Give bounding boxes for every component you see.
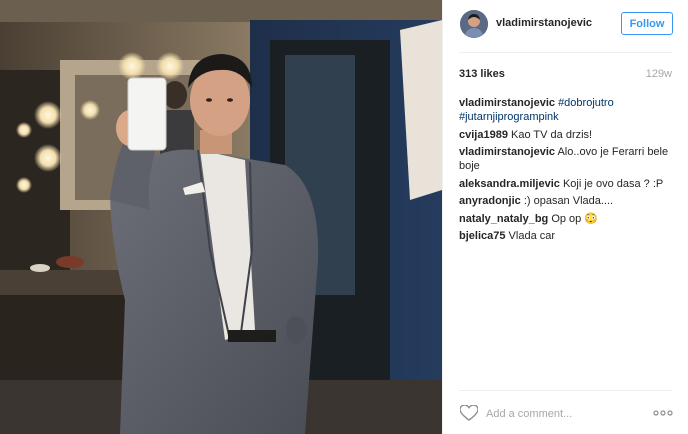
add-comment-bar [443,396,688,434]
comment-username[interactable]: anyradonjic [459,195,521,207]
post-header: vladimirstanojevic Follow [443,0,688,48]
hashtag-link[interactable]: #jutarnjiprogrampink [459,111,559,123]
divider [459,52,672,53]
comments-list: vladimirstanojevic #dobrojutro #jutarnji… [459,96,673,247]
comment-text: Op op 😳 [551,212,599,225]
more-options-icon[interactable] [653,406,673,420]
caption: vladimirstanojevic #dobrojutro #jutarnji… [459,96,673,124]
post-time[interactable]: 129w [646,68,672,80]
comment: bjelica75 Vlada car [459,229,673,243]
comment: anyradonjic :) opasan Vlada.... [459,194,673,208]
comment: vladimirstanojevic Alo..ovo je Ferarri b… [459,145,673,173]
avatar-image [460,10,488,38]
add-comment-input[interactable] [486,406,636,422]
comment-text: Koji je ovo dasa ? :P [562,177,664,190]
caption-username[interactable]: vladimirstanojevic [459,97,555,109]
comment-username[interactable]: bjelica75 [459,230,505,242]
comment-username[interactable]: vladimirstanojevic [459,146,555,158]
post-username[interactable]: vladimirstanojevic [496,17,592,29]
comment-text: Vlada car [508,230,556,242]
divider [459,390,672,391]
comment-username[interactable]: nataly_nataly_bg [459,213,548,225]
comment-username[interactable]: aleksandra.miljevic [459,178,560,190]
comment-text: :) opasan Vlada.... [523,195,614,207]
post-photo[interactable] [0,0,442,434]
hashtag-link[interactable]: #dobrojutro [558,97,614,109]
comment: cvija1989 Kao TV da drzis! [459,128,673,142]
comment-text: Kao TV da drzis! [511,128,593,141]
heart-outline-icon[interactable] [459,404,479,421]
post-side-panel: vladimirstanojevic Follow 313 likes 129w… [442,0,688,434]
comment: nataly_nataly_bg Op op 😳 [459,212,673,226]
comment-username[interactable]: cvija1989 [459,129,508,141]
photo-illustration [0,0,442,434]
follow-button[interactable]: Follow [621,12,673,35]
likes-count[interactable]: 313 likes [459,68,505,80]
comment: aleksandra.miljevic Koji je ovo dasa ? :… [459,177,673,191]
avatar[interactable] [460,10,488,38]
